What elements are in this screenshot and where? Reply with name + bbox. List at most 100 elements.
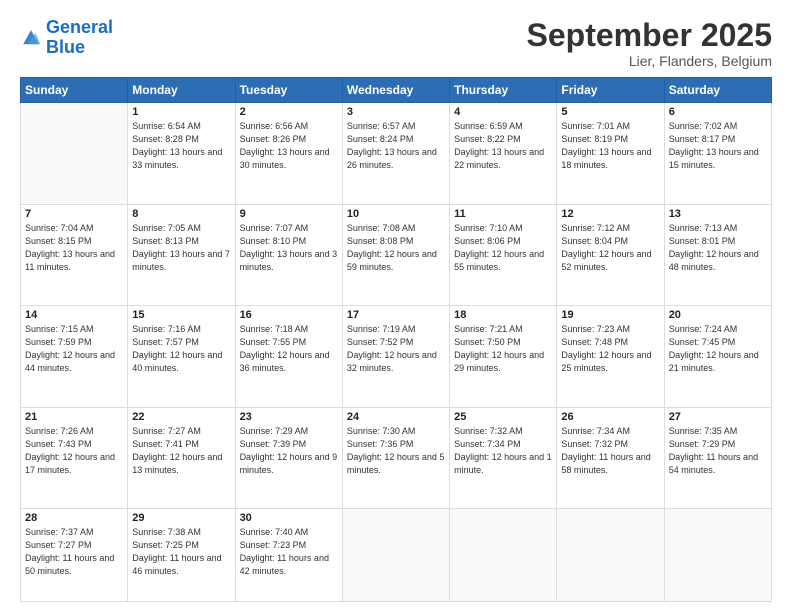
day-number: 2 — [240, 106, 338, 118]
day-number: 9 — [240, 208, 338, 220]
calendar-cell: 9 Sunrise: 7:07 AMSunset: 8:10 PMDaylight… — [235, 204, 342, 305]
calendar-week-row: 21Sunrise: 7:26 AMSunset: 7:43 PMDayligh… — [21, 407, 772, 508]
calendar-cell: 30 Sunrise: 7:40 AMSunset: 7:23 PMDayligh… — [235, 509, 342, 602]
calendar-cell: 29 Sunrise: 7:38 AMSunset: 7:25 PMDayligh… — [128, 509, 235, 602]
day-number: 1 — [132, 106, 230, 118]
calendar-cell: 19 Sunrise: 7:23 AMSunset: 7:48 PMDayligh… — [557, 306, 664, 407]
day-info: Sunrise: 7:27 AMSunset: 7:41 PMDaylight:… — [132, 425, 230, 477]
day-info: Sunrise: 7:04 AMSunset: 8:15 PMDaylight:… — [25, 222, 123, 274]
day-info: Sunrise: 7:37 AMSunset: 7:27 PMDaylight:… — [25, 526, 123, 578]
calendar-cell: 26 Sunrise: 7:34 AMSunset: 7:32 PMDayligh… — [557, 407, 664, 508]
day-info: Sunrise: 7:32 AMSunset: 7:34 PMDaylight:… — [454, 425, 552, 477]
calendar-cell: 21Sunrise: 7:26 AMSunset: 7:43 PMDayligh… — [21, 407, 128, 508]
day-info: Sunrise: 7:23 AMSunset: 7:48 PMDaylight:… — [561, 323, 659, 375]
day-info: Sunrise: 7:40 AMSunset: 7:23 PMDaylight:… — [240, 526, 338, 578]
day-number: 30 — [240, 512, 338, 524]
day-number: 11 — [454, 208, 552, 220]
day-info: Sunrise: 7:07 AMSunset: 8:10 PMDaylight:… — [240, 222, 338, 274]
month-title: September 2025 — [527, 18, 772, 53]
calendar-cell: 12Sunrise: 7:12 AMSunset: 8:04 PMDayligh… — [557, 204, 664, 305]
day-info: Sunrise: 7:15 AMSunset: 7:59 PMDaylight:… — [25, 323, 123, 375]
calendar-cell — [21, 103, 128, 204]
day-info: Sunrise: 6:57 AMSunset: 8:24 PMDaylight:… — [347, 120, 445, 172]
day-number: 26 — [561, 411, 659, 423]
day-info: Sunrise: 7:35 AMSunset: 7:29 PMDaylight:… — [669, 425, 767, 477]
day-info: Sunrise: 6:56 AMSunset: 8:26 PMDaylight:… — [240, 120, 338, 172]
day-number: 25 — [454, 411, 552, 423]
day-info: Sunrise: 7:29 AMSunset: 7:39 PMDaylight:… — [240, 425, 338, 477]
calendar-cell: 6Sunrise: 7:02 AMSunset: 8:17 PMDaylight… — [664, 103, 771, 204]
day-number: 13 — [669, 208, 767, 220]
calendar-cell: 7 Sunrise: 7:04 AMSunset: 8:15 PMDaylight… — [21, 204, 128, 305]
day-number: 18 — [454, 309, 552, 321]
day-number: 8 — [132, 208, 230, 220]
calendar-cell: 28 Sunrise: 7:37 AMSunset: 7:27 PMDayligh… — [21, 509, 128, 602]
day-number: 16 — [240, 309, 338, 321]
day-number: 6 — [669, 106, 767, 118]
day-info: Sunrise: 7:10 AMSunset: 8:06 PMDaylight:… — [454, 222, 552, 274]
day-info: Sunrise: 7:30 AMSunset: 7:36 PMDaylight:… — [347, 425, 445, 477]
calendar-header-row: SundayMondayTuesdayWednesdayThursdayFrid… — [21, 78, 772, 103]
calendar-cell: 15 Sunrise: 7:16 AMSunset: 7:57 PMDayligh… — [128, 306, 235, 407]
day-number: 14 — [25, 309, 123, 321]
day-number: 7 — [25, 208, 123, 220]
day-number: 15 — [132, 309, 230, 321]
logo-icon — [20, 27, 42, 49]
calendar-cell: 25 Sunrise: 7:32 AMSunset: 7:34 PMDayligh… — [450, 407, 557, 508]
location: Lier, Flanders, Belgium — [527, 53, 772, 69]
weekday-header-tuesday: Tuesday — [235, 78, 342, 103]
calendar-week-row: 1 Sunrise: 6:54 AMSunset: 8:28 PMDaylight… — [21, 103, 772, 204]
weekday-header-wednesday: Wednesday — [342, 78, 449, 103]
calendar-cell: 13 Sunrise: 7:13 AMSunset: 8:01 PMDayligh… — [664, 204, 771, 305]
page: General Blue September 2025 Lier, Flande… — [0, 0, 792, 612]
weekday-header-thursday: Thursday — [450, 78, 557, 103]
day-info: Sunrise: 7:05 AMSunset: 8:13 PMDaylight:… — [132, 222, 230, 274]
day-number: 17 — [347, 309, 445, 321]
calendar-cell: 24 Sunrise: 7:30 AMSunset: 7:36 PMDayligh… — [342, 407, 449, 508]
day-number: 21 — [25, 411, 123, 423]
day-number: 10 — [347, 208, 445, 220]
day-info: Sunrise: 7:16 AMSunset: 7:57 PMDaylight:… — [132, 323, 230, 375]
calendar-cell: 2 Sunrise: 6:56 AMSunset: 8:26 PMDaylight… — [235, 103, 342, 204]
calendar-cell: 22 Sunrise: 7:27 AMSunset: 7:41 PMDayligh… — [128, 407, 235, 508]
logo-general: General — [46, 17, 113, 37]
calendar-cell: 1 Sunrise: 6:54 AMSunset: 8:28 PMDaylight… — [128, 103, 235, 204]
day-info: Sunrise: 7:24 AMSunset: 7:45 PMDaylight:… — [669, 323, 767, 375]
calendar-cell: 10 Sunrise: 7:08 AMSunset: 8:08 PMDayligh… — [342, 204, 449, 305]
calendar-cell — [342, 509, 449, 602]
calendar-week-row: 28 Sunrise: 7:37 AMSunset: 7:27 PMDayligh… — [21, 509, 772, 602]
calendar-cell: 5 Sunrise: 7:01 AMSunset: 8:19 PMDaylight… — [557, 103, 664, 204]
day-info: Sunrise: 7:13 AMSunset: 8:01 PMDaylight:… — [669, 222, 767, 274]
day-info: Sunrise: 7:19 AMSunset: 7:52 PMDaylight:… — [347, 323, 445, 375]
day-number: 4 — [454, 106, 552, 118]
day-number: 24 — [347, 411, 445, 423]
day-info: Sunrise: 7:34 AMSunset: 7:32 PMDaylight:… — [561, 425, 659, 477]
weekday-header-monday: Monday — [128, 78, 235, 103]
calendar-week-row: 7 Sunrise: 7:04 AMSunset: 8:15 PMDaylight… — [21, 204, 772, 305]
calendar-cell: 18 Sunrise: 7:21 AMSunset: 7:50 PMDayligh… — [450, 306, 557, 407]
weekday-header-saturday: Saturday — [664, 78, 771, 103]
header: General Blue September 2025 Lier, Flande… — [20, 18, 772, 69]
day-number: 28 — [25, 512, 123, 524]
day-info: Sunrise: 7:01 AMSunset: 8:19 PMDaylight:… — [561, 120, 659, 172]
day-number: 29 — [132, 512, 230, 524]
day-number: 27 — [669, 411, 767, 423]
logo-text: General Blue — [46, 18, 113, 58]
day-number: 12 — [561, 208, 659, 220]
day-number: 22 — [132, 411, 230, 423]
calendar-cell: 14 Sunrise: 7:15 AMSunset: 7:59 PMDayligh… — [21, 306, 128, 407]
calendar-cell: 8 Sunrise: 7:05 AMSunset: 8:13 PMDaylight… — [128, 204, 235, 305]
calendar-cell: 3Sunrise: 6:57 AMSunset: 8:24 PMDaylight… — [342, 103, 449, 204]
day-info: Sunrise: 7:08 AMSunset: 8:08 PMDaylight:… — [347, 222, 445, 274]
day-number: 19 — [561, 309, 659, 321]
day-info: Sunrise: 7:38 AMSunset: 7:25 PMDaylight:… — [132, 526, 230, 578]
day-info: Sunrise: 6:54 AMSunset: 8:28 PMDaylight:… — [132, 120, 230, 172]
calendar-cell — [664, 509, 771, 602]
title-block: September 2025 Lier, Flanders, Belgium — [527, 18, 772, 69]
day-number: 5 — [561, 106, 659, 118]
calendar-cell: 16Sunrise: 7:18 AMSunset: 7:55 PMDayligh… — [235, 306, 342, 407]
logo: General Blue — [20, 18, 113, 58]
calendar-table: SundayMondayTuesdayWednesdayThursdayFrid… — [20, 77, 772, 602]
day-info: Sunrise: 6:59 AMSunset: 8:22 PMDaylight:… — [454, 120, 552, 172]
day-info: Sunrise: 7:21 AMSunset: 7:50 PMDaylight:… — [454, 323, 552, 375]
